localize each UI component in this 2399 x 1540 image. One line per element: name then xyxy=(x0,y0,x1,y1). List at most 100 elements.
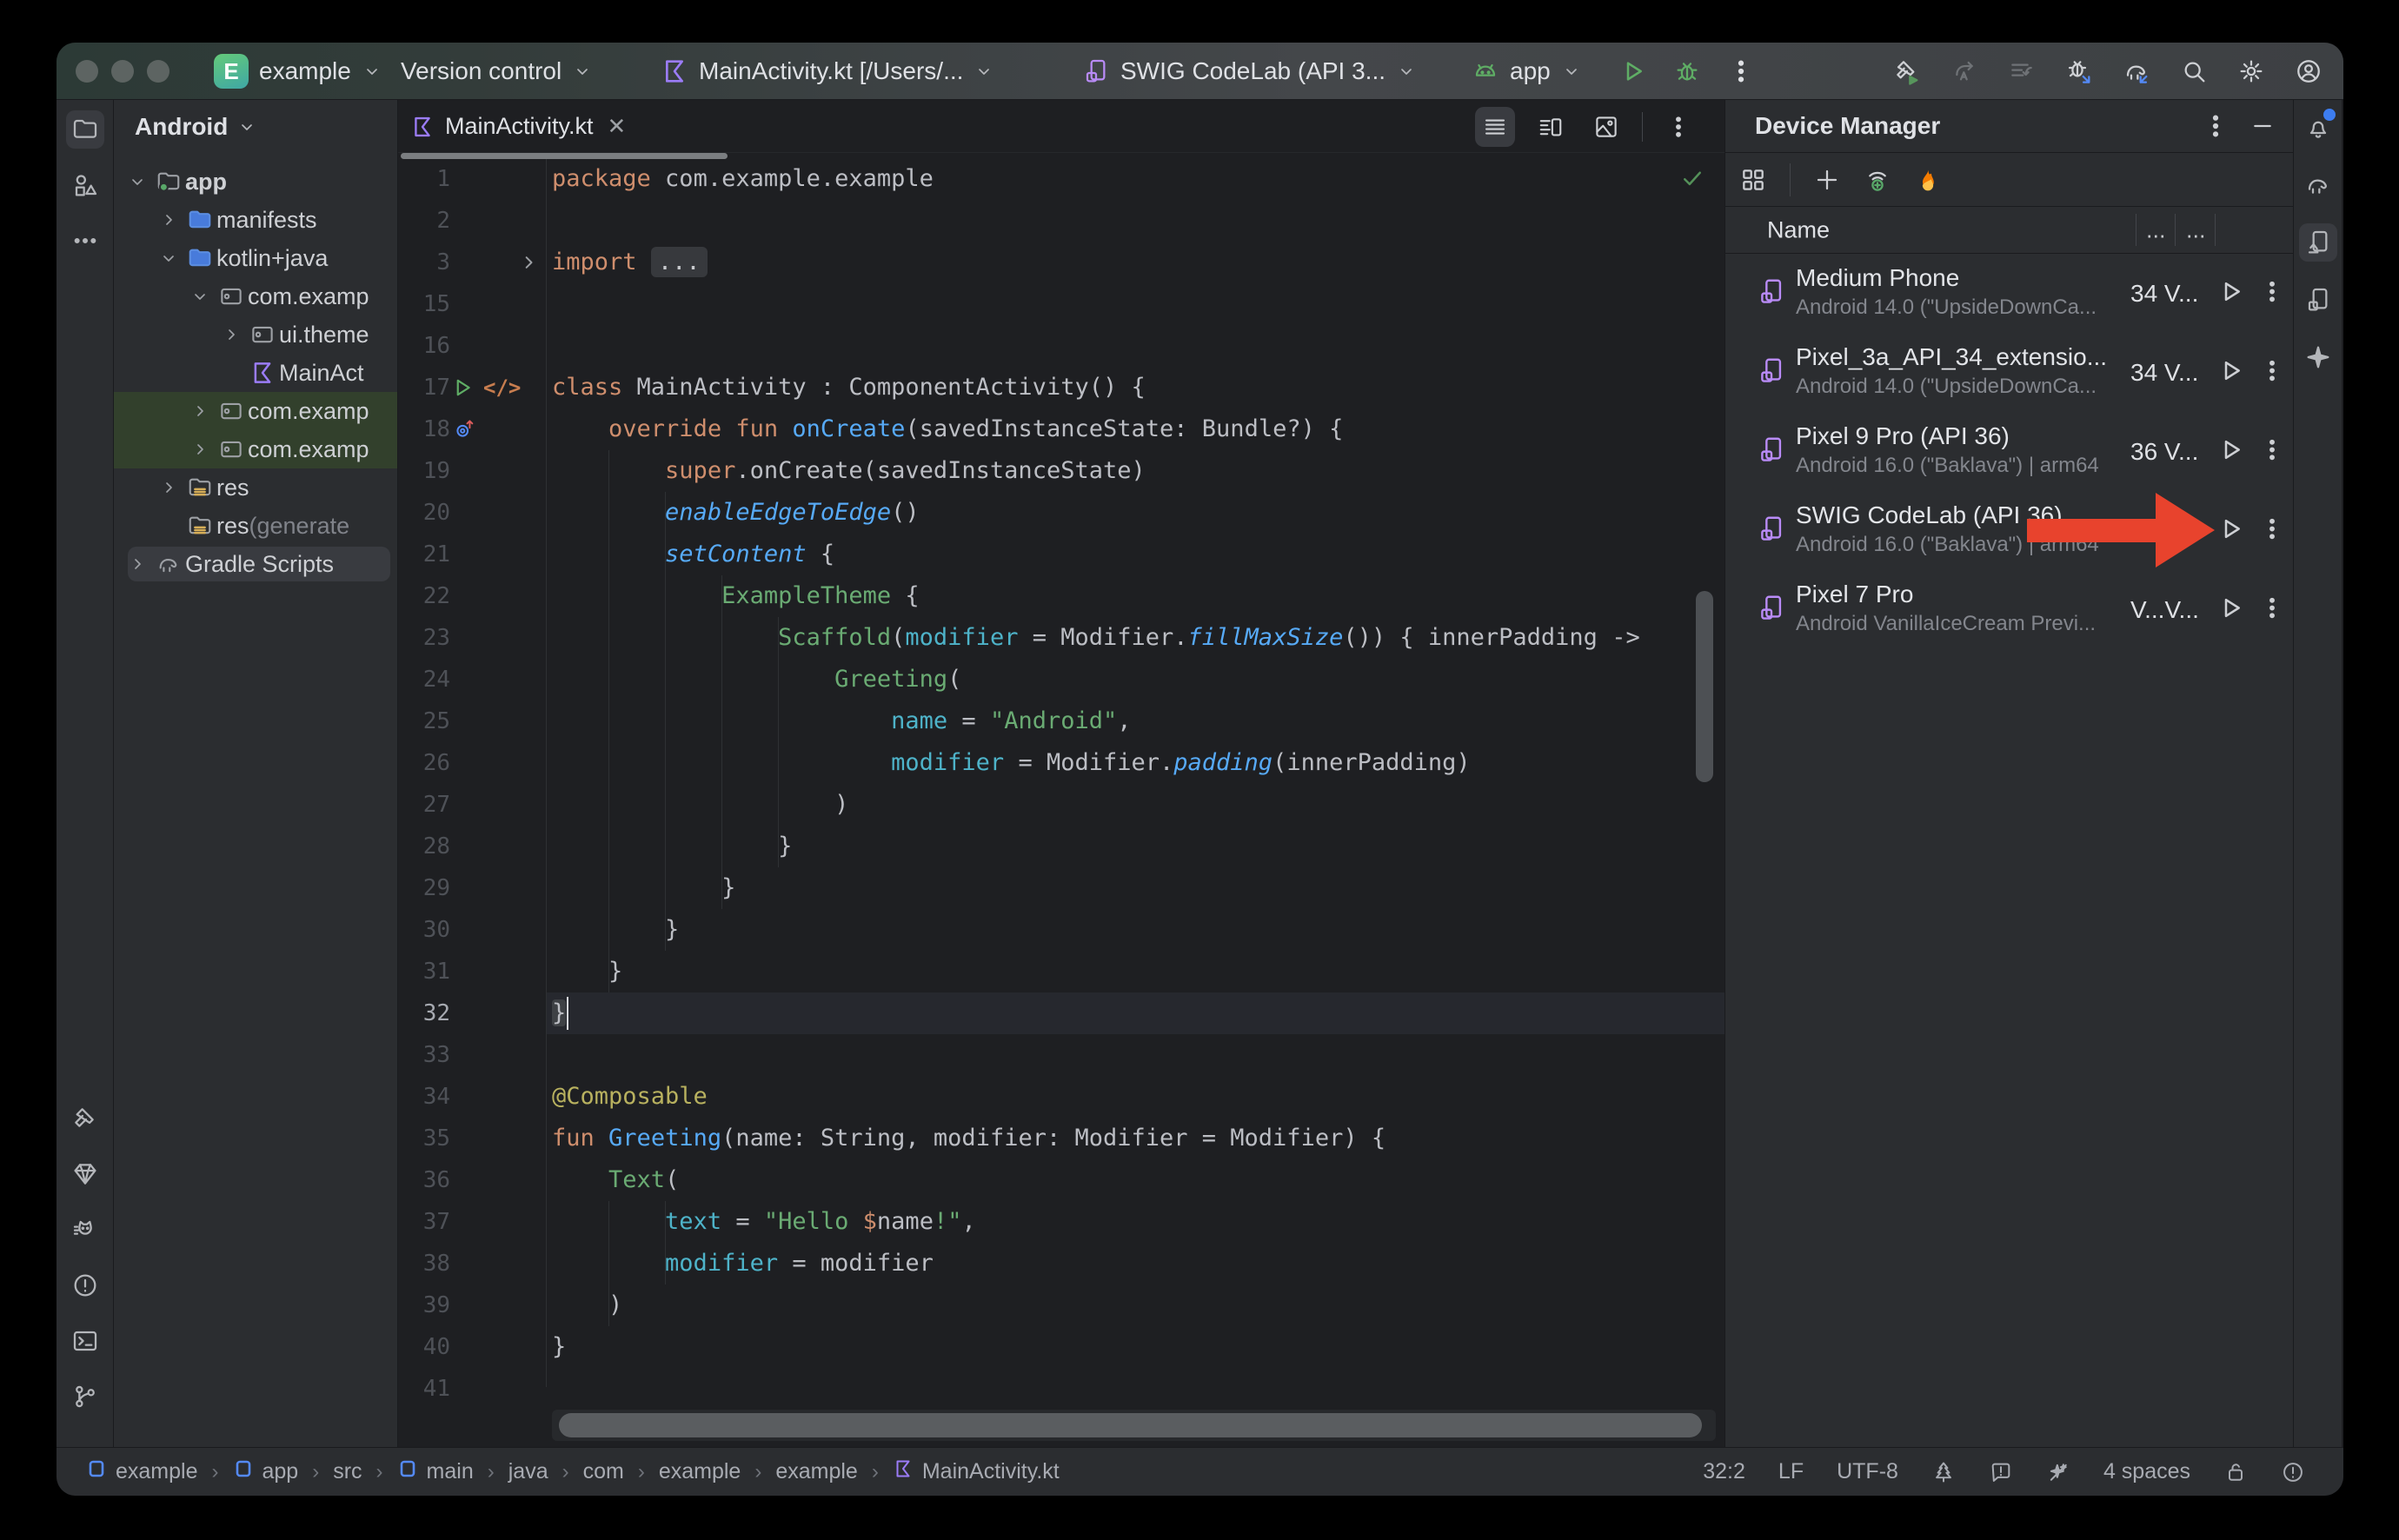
hide-panel-icon[interactable] xyxy=(2249,112,2276,140)
tree-item-manifests[interactable]: manifests xyxy=(114,201,397,239)
chevron-right-icon[interactable] xyxy=(123,554,152,574)
editor-vertical-scrollbar[interactable] xyxy=(1696,591,1713,782)
code-line[interactable]: } xyxy=(552,826,792,867)
start-device-button[interactable] xyxy=(2217,435,2245,468)
device-table-header[interactable]: Name ... ... xyxy=(1725,207,2293,254)
device-options-button[interactable] xyxy=(2259,515,2285,546)
line-number[interactable]: 27 xyxy=(398,784,450,826)
code-line[interactable]: @Composable xyxy=(552,1076,708,1118)
code-line[interactable]: override fun onCreate(savedInstanceState… xyxy=(552,408,1343,450)
breadcrumb-item-example[interactable]: example xyxy=(659,1459,741,1484)
error-indicator-icon[interactable] xyxy=(2281,1460,2305,1484)
editor-tab-mainactivity[interactable]: MainActivity.kt ✕ xyxy=(410,100,626,153)
device-row-pixel-3a-api-34-extensio-[interactable]: Pixel_3a_API_34_extensio...Android 14.0 … xyxy=(1725,333,2293,412)
line-number[interactable]: 23 xyxy=(398,617,450,659)
code-line[interactable]: modifier = Modifier.padding(innerPadding… xyxy=(552,742,1471,784)
device-options-button[interactable] xyxy=(2259,436,2285,467)
code-line[interactable]: } xyxy=(552,992,566,1034)
inspections-widget-icon[interactable] xyxy=(1989,1460,2013,1484)
macos-window-controls[interactable] xyxy=(76,60,169,83)
breadcrumb-item-main[interactable]: main xyxy=(397,1458,474,1485)
version-control-icon[interactable] xyxy=(66,1377,104,1416)
code-line[interactable]: enableEdgeToEdge() xyxy=(552,492,920,534)
chevron-right-icon[interactable] xyxy=(154,209,183,230)
notifications-icon[interactable] xyxy=(2299,109,2337,147)
firebase-icon[interactable] xyxy=(1914,166,1942,194)
close-window-button[interactable] xyxy=(76,60,98,83)
code-line[interactable]: class MainActivity : ComponentActivity()… xyxy=(552,367,1146,408)
profiler-icon[interactable] xyxy=(2008,57,2036,85)
compose-preview-gutter-icon[interactable]: </> xyxy=(483,367,521,408)
device-manager-options-icon[interactable] xyxy=(2202,112,2230,140)
breadcrumb-item-example[interactable]: example xyxy=(775,1459,858,1484)
debug-button[interactable] xyxy=(1673,57,1701,85)
settings-icon[interactable] xyxy=(2237,57,2265,85)
code-line[interactable]: } xyxy=(552,909,679,951)
account-icon[interactable] xyxy=(2295,57,2323,85)
project-icon[interactable] xyxy=(66,110,104,149)
line-number[interactable]: 2 xyxy=(398,200,450,242)
line-number[interactable]: 29 xyxy=(398,867,450,909)
code-line[interactable]: } xyxy=(552,867,735,909)
tree-item-gradle-scripts[interactable]: Gradle Scripts xyxy=(114,545,397,583)
chevron-right-icon[interactable] xyxy=(154,477,183,498)
code-line[interactable]: Text( xyxy=(552,1159,679,1201)
line-number[interactable]: 15 xyxy=(398,283,450,325)
code-editor[interactable]: 1package com.example.example23import ...… xyxy=(398,153,1724,1447)
line-number[interactable]: 17 xyxy=(398,367,450,408)
line-number[interactable]: 37 xyxy=(398,1201,450,1243)
start-device-button[interactable] xyxy=(2217,514,2245,547)
line-number[interactable]: 36 xyxy=(398,1159,450,1201)
line-number[interactable]: 30 xyxy=(398,909,450,951)
line-number[interactable]: 3 xyxy=(398,242,450,283)
gemini-icon[interactable] xyxy=(2299,338,2337,376)
code-line[interactable]: super.onCreate(savedInstanceState) xyxy=(552,450,1146,492)
tree-item-ui-theme[interactable]: ui.theme xyxy=(114,315,397,354)
chevron-down-icon[interactable] xyxy=(154,248,183,269)
chevron-down-icon[interactable] xyxy=(123,171,152,192)
line-number[interactable]: 19 xyxy=(398,450,450,492)
problems-icon[interactable] xyxy=(66,1266,104,1304)
project-view-selector[interactable]: Android xyxy=(114,100,397,153)
code-line[interactable]: Greeting( xyxy=(552,659,961,700)
tree-item-com-examp[interactable]: com.examp xyxy=(114,392,397,430)
line-number[interactable]: 28 xyxy=(398,826,450,867)
more-run-options-button[interactable] xyxy=(1727,57,1755,85)
breadcrumb-item-mainactivity-kt[interactable]: MainActivity.kt xyxy=(893,1458,1060,1485)
running-devices-icon[interactable] xyxy=(2299,281,2337,319)
run-with-coverage-icon[interactable] xyxy=(1950,57,1978,85)
device-options-button[interactable] xyxy=(2259,278,2285,309)
split-view-button[interactable] xyxy=(1531,107,1571,147)
line-number[interactable]: 16 xyxy=(398,325,450,367)
tree-item-kotlin-java[interactable]: kotlin+java xyxy=(114,239,397,277)
column-type[interactable]: ... xyxy=(2186,216,2206,243)
column-name[interactable]: Name xyxy=(1767,216,1830,243)
chevron-right-icon[interactable] xyxy=(185,401,215,422)
line-number[interactable]: 41 xyxy=(398,1368,450,1410)
resource-manager-icon[interactable] xyxy=(66,166,104,204)
chevron-right-icon[interactable] xyxy=(216,324,246,345)
run-class-gutter-icon[interactable] xyxy=(450,367,475,408)
line-number[interactable]: 21 xyxy=(398,534,450,575)
code-line[interactable]: } xyxy=(552,1326,566,1368)
terminal-icon[interactable] xyxy=(66,1322,104,1360)
tree-item-com-examp[interactable]: com.examp xyxy=(114,430,397,468)
editor-options-button[interactable] xyxy=(1658,107,1698,147)
line-separator[interactable]: LF xyxy=(1778,1459,1804,1484)
more-tool-windows-icon[interactable] xyxy=(66,222,104,260)
code-view-button[interactable] xyxy=(1475,107,1515,147)
indent-setting[interactable]: 4 spaces xyxy=(2103,1459,2190,1484)
line-number[interactable]: 33 xyxy=(398,1034,450,1076)
caret-position[interactable]: 32:2 xyxy=(1703,1459,1745,1484)
line-number[interactable]: 22 xyxy=(398,575,450,617)
device-selector-dropdown[interactable]: SWIG CodeLab (API 3... xyxy=(1082,43,1417,100)
code-line[interactable]: } xyxy=(552,951,622,992)
breadcrumb-item-com[interactable]: com xyxy=(583,1459,624,1484)
file-encoding[interactable]: UTF-8 xyxy=(1837,1459,1898,1484)
line-number[interactable]: 32 xyxy=(398,992,450,1034)
code-line[interactable]: name = "Android", xyxy=(552,700,1132,742)
breadcrumb-item-java[interactable]: java xyxy=(508,1459,548,1484)
editor-horizontal-scrollbar[interactable] xyxy=(552,1410,1716,1441)
line-number[interactable]: 31 xyxy=(398,951,450,992)
gradle-sync-icon[interactable] xyxy=(2123,57,2150,85)
